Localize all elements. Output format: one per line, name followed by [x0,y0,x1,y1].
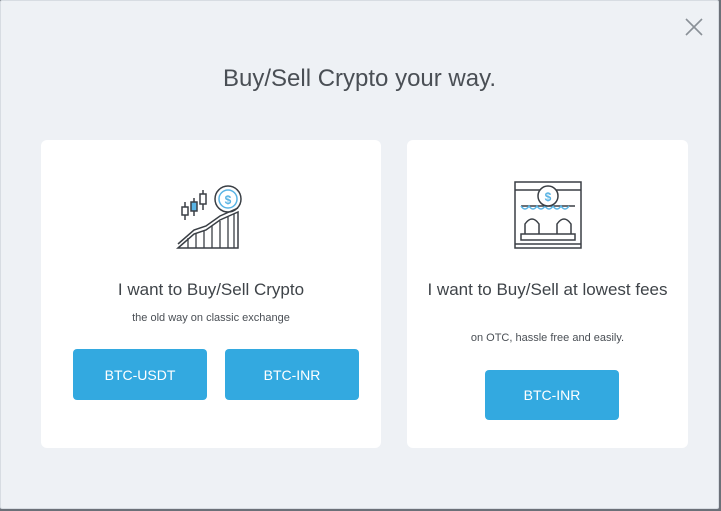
classic-exchange-subtitle: the old way on classic exchange [132,312,290,324]
btc-usdt-button[interactable]: BTC-USDT [73,349,207,400]
classic-exchange-card: $ I want to Buy/Sell Crypto the old way … [41,140,381,448]
otc-heading: I want to Buy/Sell at lowest fees [427,280,668,299]
storefront-coin-icon: $ [513,180,583,250]
btc-inr-otc-button[interactable]: BTC-INR [485,370,619,420]
svg-text:$: $ [225,193,232,207]
classic-exchange-heading: I want to Buy/Sell Crypto [117,280,305,299]
btc-inr-classic-button[interactable]: BTC-INR [225,349,359,400]
modal-title: Buy/Sell Crypto your way. [223,65,496,92]
buy-sell-modal: Buy/Sell Crypto your way. $ I want to Bu… [0,0,719,509]
otc-card: $ I want to Buy/Sell at lowest fees on O… [407,140,688,448]
svg-text:$: $ [544,190,551,204]
close-icon[interactable] [684,17,704,37]
otc-subtitle: on OTC, hassle free and easily. [470,332,625,344]
chart-growth-coin-icon: $ [176,184,246,250]
